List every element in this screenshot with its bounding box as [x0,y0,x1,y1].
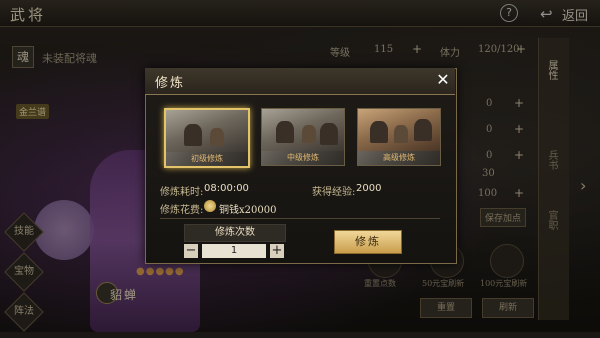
mode-advanced[interactable]: 高级修炼 [357,108,441,166]
dialog-title: 修炼 [155,76,186,91]
mode-label: 初级修炼 [191,154,223,163]
mode-beginner[interactable]: 初级修炼 [164,108,250,168]
time-label: 修炼耗时: [160,187,204,198]
cost-value: 铜钱x20000 [219,205,277,216]
cost-label: 修炼花费: [160,205,204,216]
train-button[interactable]: 修炼 [334,230,402,254]
mode-intermediate[interactable]: 中级修炼 [261,108,345,166]
mode-image [358,109,440,151]
mode-label: 高级修炼 [383,153,415,162]
decrease-button[interactable]: − [184,244,198,258]
mode-label: 中级修炼 [287,153,319,162]
count-label: 修炼次数 [184,224,286,242]
time-value: 08:00:00 [204,183,249,194]
dialog-header [145,68,455,95]
increase-button[interactable]: + [270,244,284,258]
divider [160,218,440,219]
mode-image [166,110,248,152]
close-icon[interactable]: ✕ [435,72,451,88]
mode-image [262,109,344,151]
quantity-input[interactable] [202,244,266,258]
exp-label: 获得经验: [312,187,356,198]
coin-icon [204,200,216,212]
exp-value: 2000 [356,183,382,194]
